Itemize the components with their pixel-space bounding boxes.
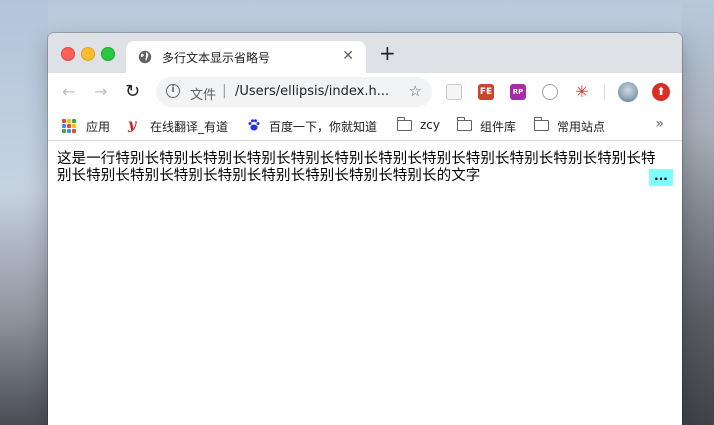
bookmark-youdao[interactable]: 在线翻译_有道 (150, 118, 228, 135)
desktop-wallpaper-left (0, 0, 48, 425)
new-tab-button[interactable]: + (379, 43, 396, 63)
extension-asterisk-icon[interactable]: ✳ (574, 84, 590, 100)
ellipsis-marker: ... (649, 169, 673, 186)
bookmark-apps[interactable]: 应用 (86, 118, 110, 135)
folder-icon (456, 117, 472, 131)
extension-rp-icon[interactable]: RP (510, 84, 526, 100)
tab-title: 多行文本显示省略号 (162, 51, 271, 65)
multiline-text: 这是一行特别长特别长特别长特别长特别长特别长特别长特别长特别长特别长特别长特别长… (57, 151, 656, 184)
baidu-paw-icon (247, 117, 261, 136)
folder-icon (533, 117, 549, 131)
extension-blank-icon[interactable] (446, 84, 462, 100)
browser-toolbar: ← → ↻ i 文件 | /Users/ellipsis/index.h... … (48, 73, 682, 111)
bookmark-baidu[interactable]: 百度一下，你就知道 (269, 118, 377, 135)
url-text[interactable]: /Users/ellipsis/index.h... (235, 84, 389, 99)
page-content: 这是一行特别长特别长特别长特别长特别长特别长特别长特别长特别长特别长特别长特别长… (48, 141, 682, 425)
browser-window: 多行文本显示省略号 ✕ + ← → ↻ i 文件 | /Users/ellips… (48, 33, 682, 425)
tab-bar: 多行文本显示省略号 ✕ + (48, 33, 682, 73)
desktop-wallpaper-right (682, 0, 714, 425)
bookmark-star-icon[interactable]: ☆ (409, 82, 422, 100)
apps-grid-icon (62, 119, 76, 133)
tab-active[interactable]: 多行文本显示省略号 ✕ (126, 41, 366, 73)
extension-fe-icon[interactable]: FE (478, 84, 494, 100)
info-icon[interactable]: i (166, 84, 180, 98)
back-button[interactable]: ← (62, 83, 75, 101)
profile-avatar[interactable] (618, 82, 638, 102)
bookmark-folder-zcy[interactable]: zcy (420, 118, 440, 132)
bookmarks-overflow-button[interactable]: » (655, 116, 664, 132)
bookmark-folder-common-sites[interactable]: 常用站点 (557, 118, 605, 135)
maximize-window-button[interactable] (101, 47, 115, 61)
address-separator: | (222, 83, 227, 99)
address-bar[interactable]: i 文件 | /Users/ellipsis/index.h... ☆ (156, 77, 432, 107)
bookmarks-bar: 应用 y 在线翻译_有道 百度一下，你就知道 zcy 组件库 常用站点 » (48, 111, 682, 141)
globe-icon (138, 49, 152, 68)
scheme-label: 文件 (190, 88, 217, 103)
extension-circle-icon[interactable] (542, 84, 558, 100)
forward-button[interactable]: → (94, 83, 107, 101)
youdao-icon: y (128, 117, 137, 133)
close-window-button[interactable] (61, 47, 75, 61)
reload-button[interactable]: ↻ (125, 83, 140, 101)
close-tab-icon[interactable]: ✕ (342, 48, 354, 64)
folder-icon (396, 117, 412, 131)
toolbar-divider (604, 84, 605, 100)
minimize-window-button[interactable] (81, 47, 95, 61)
bookmark-folder-components[interactable]: 组件库 (480, 118, 516, 135)
update-arrow-icon[interactable]: ⬆ (652, 83, 670, 101)
